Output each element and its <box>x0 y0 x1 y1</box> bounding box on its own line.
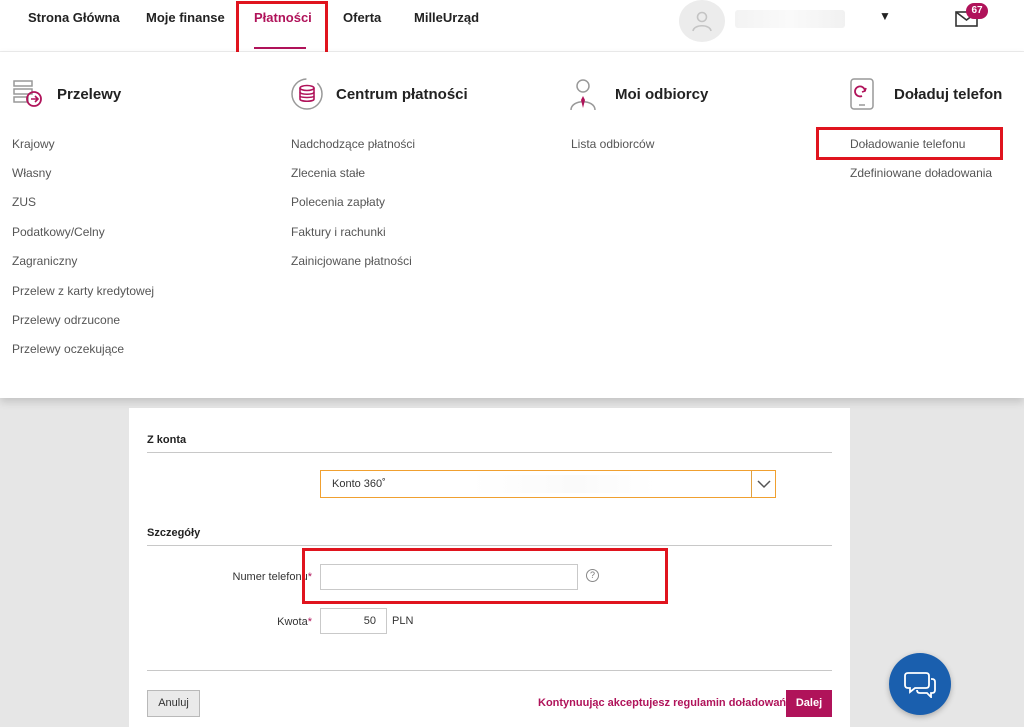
payments-mega-menu: Przelewy Krajowy Własny ZUS Podatkowy/Ce… <box>0 52 1024 398</box>
phone-number-label: Numer telefonu* <box>232 571 313 583</box>
menu-title-phone-topup: Doładuj telefon <box>894 86 1003 103</box>
account-number-obscured <box>391 475 656 493</box>
menu-link-credit-card-transfer[interactable]: Przelew z karty kredytowej <box>12 284 154 298</box>
cancel-button[interactable]: Anuluj <box>147 690 200 717</box>
user-name-obscured <box>735 10 845 28</box>
menu-link-invoices-bills[interactable]: Faktury i rachunki <box>291 225 386 239</box>
currency-label: PLN <box>392 615 414 627</box>
section-divider <box>147 452 832 453</box>
chevron-down-icon[interactable]: ▼ <box>879 9 891 23</box>
top-navigation: Strona Główna Moje finanse Płatności Ofe… <box>0 0 1024 52</box>
messages-count-badge: 67 <box>966 3 988 19</box>
transfer-icon <box>13 80 42 107</box>
account-select[interactable]: Konto 360˚ <box>320 470 776 498</box>
menu-title-transfers: Przelewy <box>57 86 122 103</box>
menu-link-pending-transfers[interactable]: Przelewy oczekujące <box>12 342 124 356</box>
amount-input[interactable] <box>320 608 387 634</box>
account-select-value: Konto 360˚ <box>332 478 386 490</box>
phone-topup-icon <box>850 78 874 110</box>
topup-terms-link[interactable]: Kontynuując akceptujesz regulamin dołado… <box>538 697 789 709</box>
next-button[interactable]: Dalej <box>786 690 832 717</box>
menu-link-domestic[interactable]: Krajowy <box>12 137 55 151</box>
coins-icon <box>291 78 323 110</box>
menu-link-foreign[interactable]: Zagraniczny <box>12 254 77 268</box>
chat-button[interactable] <box>889 653 951 715</box>
highlight-phone-topup-link <box>816 127 1003 160</box>
nav-item-home[interactable]: Strona Główna <box>28 10 120 25</box>
menu-link-initiated-payments[interactable]: Zainicjowane płatności <box>291 254 412 268</box>
menu-link-zus[interactable]: ZUS <box>12 195 36 209</box>
section-title-from-account: Z konta <box>147 434 187 446</box>
section-divider <box>147 670 832 671</box>
menu-link-recipients-list[interactable]: Lista odbiorców <box>571 137 654 151</box>
menu-title-payment-center: Centrum płatności <box>336 86 468 103</box>
nav-item-milleurzad[interactable]: MilleUrząd <box>414 10 479 25</box>
menu-link-tax[interactable]: Podatkowy/Celny <box>12 225 105 239</box>
nav-item-my-finances[interactable]: Moje finanse <box>146 10 225 25</box>
menu-link-direct-debits[interactable]: Polecenia zapłaty <box>291 195 385 209</box>
menu-link-standing-orders[interactable]: Zlecenia stałe <box>291 166 365 180</box>
chevron-down-icon[interactable] <box>751 471 775 497</box>
menu-link-upcoming-payments[interactable]: Nadchodzące płatności <box>291 137 415 151</box>
highlight-phone-number-field <box>302 548 668 604</box>
avatar[interactable] <box>679 0 725 42</box>
menu-link-defined-topups[interactable]: Zdefiniowane doładowania <box>850 166 992 180</box>
menu-link-own[interactable]: Własny <box>12 166 51 180</box>
user-icon <box>692 11 712 32</box>
amount-label: Kwota* <box>277 616 312 628</box>
section-divider <box>147 545 832 546</box>
nav-item-offer[interactable]: Oferta <box>343 10 381 25</box>
person-icon <box>570 79 596 111</box>
menu-title-my-recipients: Moi odbiorcy <box>615 86 709 103</box>
chat-icon <box>904 672 936 698</box>
menu-link-rejected-transfers[interactable]: Przelewy odrzucone <box>12 313 120 327</box>
section-title-details: Szczegóły <box>147 527 201 539</box>
